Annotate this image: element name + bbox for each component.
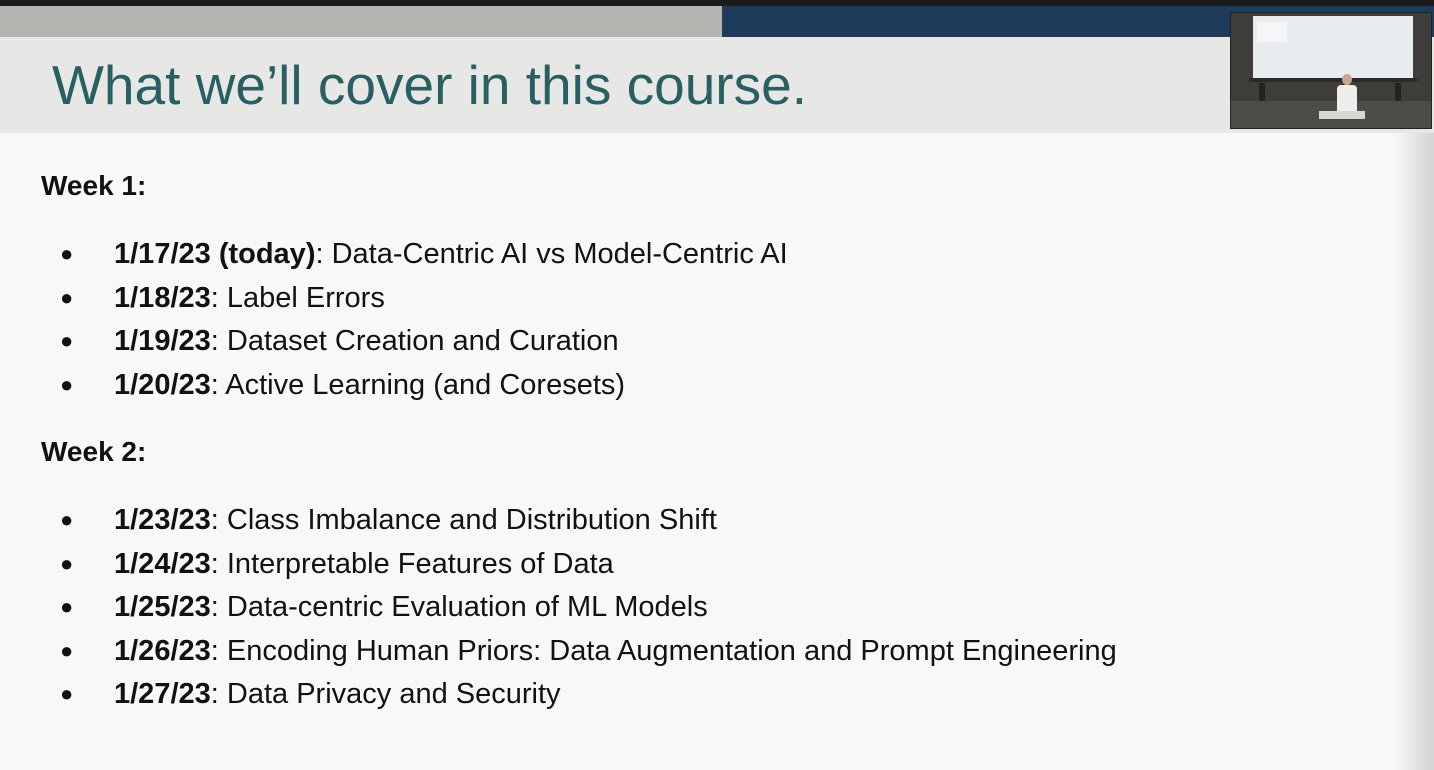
- lecture-topic: : Encoding Human Priors: Data Augmentati…: [210, 634, 1117, 667]
- webcam-inset: [1230, 12, 1432, 129]
- bullet-icon: ●: [60, 241, 74, 266]
- slide-title: What we’ll cover in this course.: [52, 54, 807, 116]
- lecture-topic: : Dataset Creation and Curation: [210, 325, 619, 357]
- lecture-date: 1/24/23: [114, 547, 211, 580]
- lecture-date: 1/18/23: [114, 281, 211, 314]
- lecture-date: 1/26/23: [114, 634, 211, 667]
- lecture-date: 1/23/23: [114, 504, 211, 536]
- accent-bar-gray: [0, 6, 722, 37]
- lecture-date: 1/20/23: [114, 368, 211, 401]
- bullet-icon: ●: [60, 637, 74, 663]
- bullet-icon: ●: [60, 371, 74, 397]
- bullet-icon: ●: [60, 681, 74, 706]
- webcam-screen-frame: [1249, 78, 1417, 82]
- list-item-text: 1/17/23 (today): Data-Centric AI vs Mode…: [114, 236, 788, 272]
- list-item-text: 1/27/23: Data Privacy and Security: [114, 676, 561, 712]
- lecture-topic: : Active Learning (and Coresets): [210, 368, 626, 401]
- lecture-topic: : Label Errors: [210, 281, 385, 314]
- lecture-topic: : Class Imbalance and Distribution Shift: [210, 504, 717, 536]
- webcam-speaker-body: [1337, 85, 1357, 111]
- lecture-date: 1/27/23: [114, 678, 211, 710]
- week-2-heading: Week 2:: [41, 436, 147, 467]
- list-item-text: 1/24/23: Interpretable Features of Data: [114, 546, 614, 582]
- webcam-lectern: [1319, 111, 1365, 119]
- webcam-projection-screen: [1253, 16, 1413, 78]
- lecture-topic: : Data-centric Evaluation of ML Models: [210, 591, 708, 623]
- lecture-topic: : Interpretable Features of Data: [210, 547, 614, 580]
- bullet-icon: ●: [60, 594, 74, 619]
- list-item-text: 1/23/23: Class Imbalance and Distributio…: [114, 502, 717, 538]
- list-item-text: 1/19/23: Dataset Creation and Curation: [114, 323, 619, 359]
- lecture-topic: : Data Privacy and Security: [210, 678, 561, 710]
- bullet-icon: ●: [60, 328, 74, 353]
- slide: What we’ll cover in this course. Week 1:…: [0, 0, 1434, 770]
- lecture-date: 1/19/23: [114, 325, 211, 357]
- list-item-text: 1/20/23: Active Learning (and Coresets): [114, 367, 625, 403]
- right-edge-shadow: [1394, 133, 1434, 770]
- list-item-text: 1/26/23: Encoding Human Priors: Data Aug…: [114, 633, 1117, 669]
- bullet-icon: ●: [60, 284, 74, 310]
- bullet-icon: ●: [60, 550, 74, 576]
- list-item-text: 1/25/23: Data-centric Evaluation of ML M…: [114, 589, 708, 625]
- webcam-speaker-head: [1342, 74, 1352, 85]
- bullet-icon: ●: [60, 507, 74, 532]
- week-1-heading: Week 1:: [41, 170, 147, 201]
- lecture-topic: : Data-Centric AI vs Model-Centric AI: [315, 238, 788, 270]
- list-item-text: 1/18/23: Label Errors: [114, 280, 385, 316]
- lecture-date: 1/17/23 (today): [114, 238, 316, 270]
- lecture-date: 1/25/23: [114, 591, 211, 623]
- webcam-screen-content: [1257, 22, 1287, 42]
